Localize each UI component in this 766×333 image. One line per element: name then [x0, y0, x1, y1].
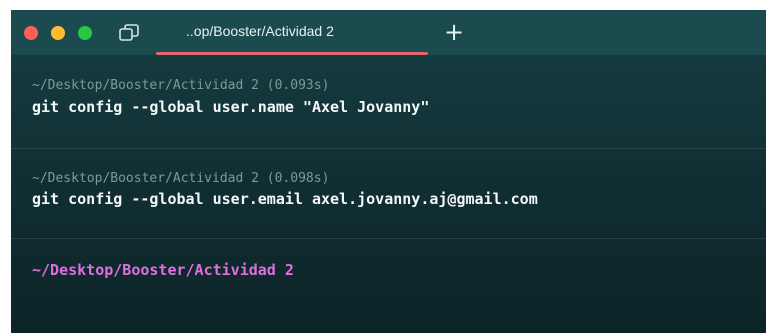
terminal-window: ..op/Booster/Actividad 2 + ~/Desktop/Boo… — [11, 10, 766, 333]
command-text: git config --global user.email axel.jova… — [32, 190, 538, 208]
command-block[interactable]: ~/Desktop/Booster/Actividad 2 (0.093s) g… — [11, 56, 766, 148]
tab-title: ..op/Booster/Actividad 2 — [186, 23, 334, 39]
minimize-window-button[interactable] — [51, 26, 65, 40]
tab-active-indicator — [156, 52, 428, 55]
tabs-icon[interactable] — [118, 23, 140, 43]
command-block[interactable]: ~/Desktop/Booster/Actividad 2 (0.098s) g… — [11, 149, 766, 238]
command-meta: ~/Desktop/Booster/Actividad 2 (0.093s) — [32, 78, 330, 93]
close-window-button[interactable] — [24, 26, 38, 40]
prompt-path: ~/Desktop/Booster/Actividad 2 — [32, 261, 294, 279]
new-tab-button[interactable]: + — [442, 18, 466, 46]
prompt-block[interactable]: ~/Desktop/Booster/Actividad 2 — [11, 239, 766, 333]
maximize-window-button[interactable] — [78, 26, 92, 40]
title-bar: ..op/Booster/Actividad 2 + — [11, 10, 766, 55]
command-meta: ~/Desktop/Booster/Actividad 2 (0.098s) — [32, 171, 330, 186]
tab-active[interactable]: ..op/Booster/Actividad 2 — [156, 10, 428, 55]
command-text: git config --global user.name "Axel Jova… — [32, 98, 430, 116]
